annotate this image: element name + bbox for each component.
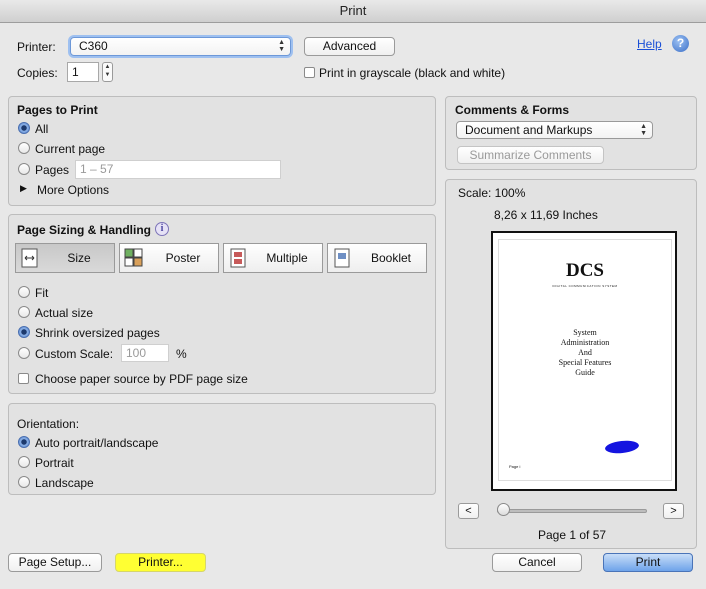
- radio-auto-orientation-label: Auto portrait/landscape: [35, 436, 159, 450]
- doc-title: DCS: [565, 260, 604, 281]
- radio-portrait[interactable]: [18, 456, 30, 468]
- radio-landscape[interactable]: [18, 476, 30, 488]
- doc-heading-line: And: [578, 348, 592, 357]
- radio-pages-label: Pages: [35, 163, 70, 177]
- orientation-title: Orientation:: [17, 417, 80, 431]
- doc-heading-line: Administration: [560, 338, 610, 347]
- tab-poster[interactable]: Poster: [119, 243, 219, 273]
- info-icon[interactable]: i: [155, 222, 169, 236]
- radio-custom-scale[interactable]: [18, 347, 30, 359]
- copies-stepper[interactable]: ▲ ▼: [102, 62, 113, 82]
- tab-multiple-label: Multiple: [266, 251, 308, 265]
- advanced-button[interactable]: Advanced: [304, 37, 395, 56]
- page-slider-track[interactable]: [497, 509, 647, 513]
- printer-select-value: C360: [79, 39, 108, 53]
- radio-shrink-oversized[interactable]: [18, 326, 30, 338]
- tab-poster-label: Poster: [165, 251, 201, 265]
- window-title-bar: Print: [0, 0, 706, 23]
- radio-current-page[interactable]: [18, 142, 30, 154]
- tab-booklet-label: Booklet: [370, 251, 412, 265]
- copies-label: Copies:: [17, 66, 58, 80]
- radio-all-label: All: [35, 122, 49, 136]
- select-arrows-icon: ▲ ▼: [640, 123, 647, 137]
- grayscale-label: Print in grayscale (black and white): [319, 66, 506, 80]
- page-range-input[interactable]: 1 – 57: [75, 160, 281, 179]
- scale-label: Scale: 100%: [458, 186, 526, 200]
- radio-current-page-label: Current page: [35, 142, 106, 156]
- page-sizing-title: Page Sizing & Handling: [17, 223, 152, 237]
- custom-scale-input[interactable]: 100: [121, 344, 169, 362]
- radio-landscape-label: Landscape: [35, 476, 94, 490]
- booklet-icon: [334, 248, 350, 268]
- poster-icon: [124, 248, 143, 267]
- next-page-button[interactable]: >: [663, 503, 684, 519]
- paper-source-checkbox[interactable]: [18, 373, 29, 384]
- page-preview: DCS DIGITAL COMMUNICATION SYSTEM System …: [491, 231, 677, 491]
- doc-footer: Page i: [509, 464, 521, 469]
- multiple-icon: [230, 248, 246, 268]
- doc-heading-line: Special Features: [558, 358, 612, 367]
- more-options-label[interactable]: More Options: [37, 183, 109, 197]
- page-slider-thumb[interactable]: [497, 503, 510, 516]
- grayscale-checkbox[interactable]: [304, 67, 315, 78]
- size-icon: [21, 248, 38, 268]
- print-button[interactable]: Print: [603, 553, 693, 572]
- doc-heading-line: Guide: [575, 368, 595, 377]
- radio-fit[interactable]: [18, 286, 30, 298]
- pages-to-print-title: Pages to Print: [17, 103, 98, 117]
- tab-size-label: Size: [67, 251, 91, 265]
- radio-actual-size[interactable]: [18, 306, 30, 318]
- doc-heading-line: System: [573, 328, 597, 337]
- comments-forms-select[interactable]: Document and Markups ▲ ▼: [456, 121, 653, 139]
- page-preview-sheet: DCS DIGITAL COMMUNICATION SYSTEM System …: [498, 239, 672, 481]
- tab-booklet[interactable]: Booklet: [327, 243, 427, 273]
- comments-forms-select-value: Document and Markups: [465, 123, 593, 137]
- comments-forms-title: Comments & Forms: [455, 103, 570, 117]
- doc-heading: System Administration And Special Featur…: [499, 328, 671, 378]
- logo-blob-icon: [605, 440, 639, 454]
- radio-pages[interactable]: [18, 163, 30, 175]
- radio-fit-label: Fit: [35, 286, 49, 300]
- radio-portrait-label: Portrait: [35, 456, 74, 470]
- paper-source-label: Choose paper source by PDF page size: [35, 372, 248, 386]
- page-setup-button[interactable]: Page Setup...: [8, 553, 102, 572]
- radio-actual-size-label: Actual size: [35, 306, 94, 320]
- cancel-button[interactable]: Cancel: [492, 553, 582, 572]
- tab-multiple[interactable]: Multiple: [223, 243, 323, 273]
- radio-auto-orientation[interactable]: [18, 436, 30, 448]
- copies-input[interactable]: 1: [67, 62, 99, 82]
- printer-select[interactable]: C360 ▲ ▼: [70, 37, 291, 56]
- page-sizing-panel: [8, 214, 436, 394]
- custom-scale-unit: %: [176, 347, 187, 361]
- help-link[interactable]: Help: [637, 37, 662, 51]
- page-indicator: Page 1 of 57: [538, 528, 607, 542]
- window-title: Print: [339, 3, 367, 18]
- disclosure-triangle-icon[interactable]: ▶: [20, 183, 27, 194]
- select-arrows-icon: ▲ ▼: [278, 39, 285, 53]
- printer-button[interactable]: Printer...: [115, 553, 206, 572]
- tab-size[interactable]: Size: [15, 243, 115, 273]
- help-icon[interactable]: ?: [672, 35, 689, 52]
- printer-label: Printer:: [17, 40, 56, 54]
- doc-subtitle: DIGITAL COMMUNICATION SYSTEM: [552, 284, 618, 288]
- radio-shrink-oversized-label: Shrink oversized pages: [35, 326, 160, 340]
- paper-size-label: 8,26 x 11,69 Inches: [494, 208, 598, 222]
- prev-page-button[interactable]: <: [458, 503, 479, 519]
- summarize-comments-button[interactable]: Summarize Comments: [457, 146, 604, 164]
- radio-custom-scale-label: Custom Scale:: [35, 347, 114, 361]
- radio-all[interactable]: [18, 122, 30, 134]
